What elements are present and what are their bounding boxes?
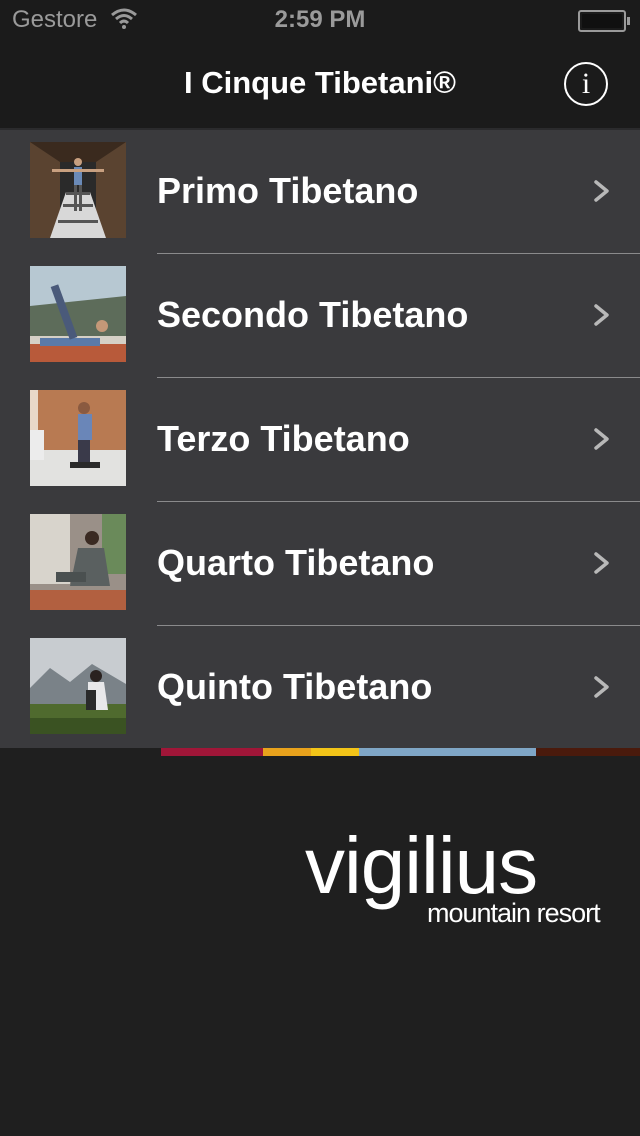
chevron-right-icon	[594, 304, 609, 326]
strip-segment-brown	[536, 748, 640, 756]
item-label: Terzo Tibetano	[157, 418, 410, 459]
strip-segment-red	[161, 748, 263, 756]
thumbnail-quarto-tibetano	[30, 514, 126, 610]
list-item-secondo-tibetano[interactable]: Secondo Tibetano	[0, 254, 640, 378]
vigilius-logo: vigilius mountain resort	[300, 820, 620, 940]
thumbnail-quinto-tibetano	[30, 638, 126, 734]
chevron-right-icon	[594, 428, 609, 450]
list-item-quinto-tibetano[interactable]: Quinto Tibetano	[0, 626, 640, 750]
list-item-terzo-tibetano[interactable]: Terzo Tibetano	[0, 378, 640, 502]
list-item-primo-tibetano[interactable]: Primo Tibetano	[0, 130, 640, 254]
thumbnail-terzo-tibetano	[30, 390, 126, 486]
thumbnail-primo-tibetano	[30, 142, 126, 238]
exercise-list: Primo Tibetano Secondo Tibetano Terzo Ti…	[0, 128, 640, 748]
list-item-quarto-tibetano[interactable]: Quarto Tibetano	[0, 502, 640, 626]
info-button[interactable]: i	[564, 62, 608, 106]
strip-segment-blue	[359, 748, 536, 756]
item-label: Primo Tibetano	[157, 170, 419, 211]
chevron-right-icon	[594, 676, 609, 698]
chevron-right-icon	[594, 552, 609, 574]
status-bar: Gestore 2:59 PM	[0, 0, 640, 40]
thumbnail-secondo-tibetano	[30, 266, 126, 362]
status-time: 2:59 PM	[274, 6, 366, 33]
navigation-bar: I Cinque Tibetani® i	[0, 40, 640, 128]
page-title: I Cinque Tibetani®	[183, 65, 456, 100]
strip-segment-yellow	[311, 748, 359, 756]
battery-icon	[578, 10, 630, 32]
item-label: Quinto Tibetano	[157, 666, 433, 707]
item-label: Secondo Tibetano	[157, 294, 469, 335]
chevron-right-icon	[594, 180, 609, 202]
item-label: Quarto Tibetano	[157, 542, 435, 583]
logo-tagline: mountain resort	[427, 898, 601, 928]
strip-segment-orange	[263, 748, 311, 756]
brand-color-strip	[161, 748, 640, 756]
